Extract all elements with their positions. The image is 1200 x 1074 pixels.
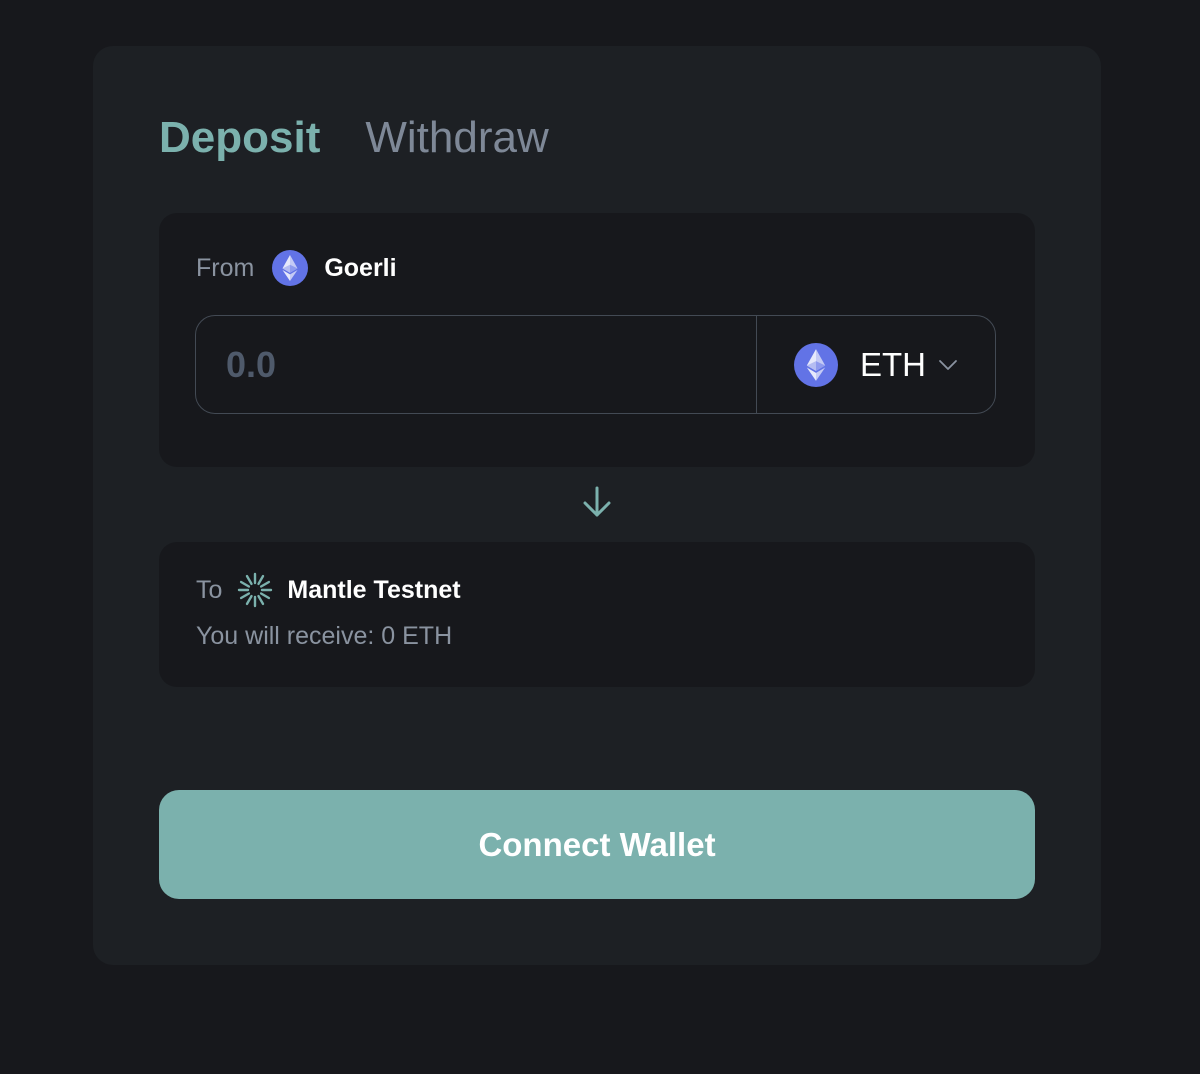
- receive-amount-text: You will receive: 0 ETH: [196, 622, 453, 650]
- arrow-down-icon: [583, 486, 611, 517]
- from-network-name: Goerli: [324, 253, 397, 282]
- amount-box: ETH: [195, 315, 996, 414]
- token-select[interactable]: ETH: [756, 316, 995, 413]
- to-panel: To Mantle Testnet You will receive: 0 ET…: [159, 542, 1035, 687]
- amount-input[interactable]: [196, 316, 756, 413]
- from-label: From: [196, 253, 255, 282]
- chevron-down-icon: [939, 359, 957, 370]
- to-label: To: [196, 575, 223, 604]
- from-panel: From Goerli 0.0 ETH: [159, 213, 1035, 467]
- mantle-icon: [238, 572, 273, 608]
- token-symbol: ETH: [860, 345, 926, 383]
- tab-bar: Deposit Withdraw: [159, 110, 549, 166]
- ethereum-icon: [272, 250, 309, 286]
- to-network-row: To Mantle Testnet: [196, 570, 461, 610]
- ethereum-icon: [794, 342, 838, 387]
- tab-withdraw[interactable]: Withdraw: [365, 110, 548, 166]
- from-network-row: From Goerli: [196, 248, 397, 288]
- bridge-card: Deposit Withdraw From Goerli 0.0 ETH To …: [93, 46, 1101, 965]
- connect-wallet-button[interactable]: Connect Wallet: [159, 790, 1035, 899]
- to-network-name: Mantle Testnet: [287, 575, 461, 604]
- tab-deposit[interactable]: Deposit: [159, 110, 320, 166]
